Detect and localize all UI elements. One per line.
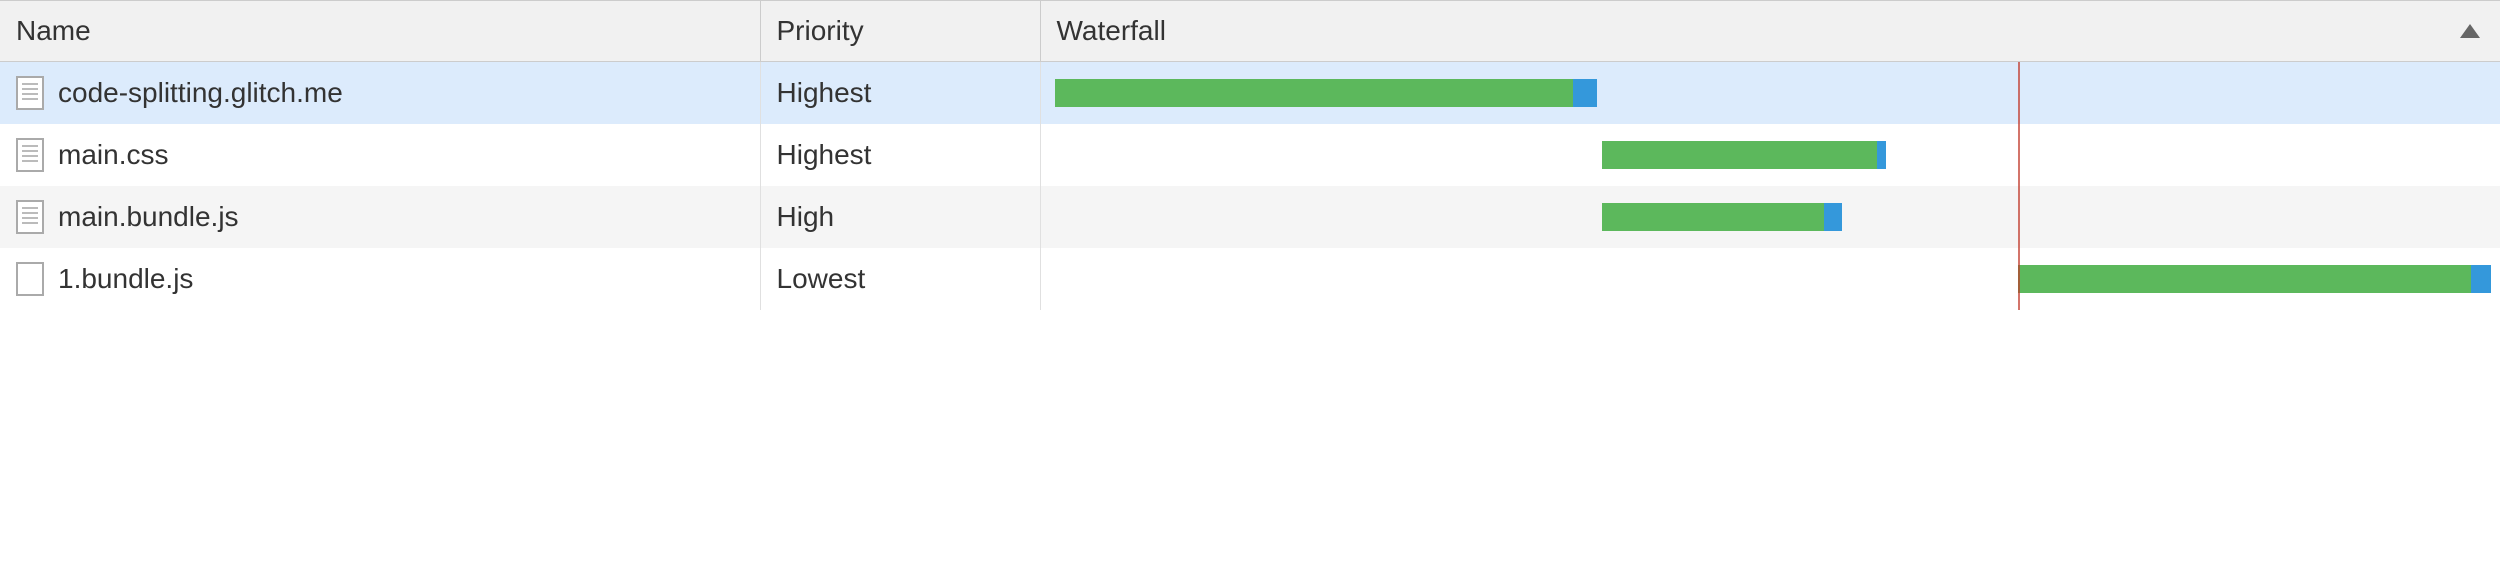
file-icon	[16, 200, 44, 234]
waterfall-bar[interactable]	[1055, 79, 1596, 107]
column-header-name[interactable]: Name	[0, 1, 760, 62]
load-marker-line	[2018, 248, 2020, 310]
network-table: Name Priority Waterfall code-splitting.g…	[0, 0, 2500, 310]
column-header-waterfall[interactable]: Waterfall	[1040, 1, 2500, 62]
table-row[interactable]: main.css Highest	[0, 124, 2500, 186]
waterfall-area	[1041, 186, 2500, 248]
waterfall-cell	[1040, 248, 2500, 310]
column-header-priority-label: Priority	[777, 15, 864, 46]
waterfall-area	[1041, 124, 2500, 186]
waterfall-bar[interactable]	[1602, 141, 1885, 169]
waterfall-download-segment	[1573, 79, 1596, 107]
priority-cell: Highest	[760, 62, 1040, 125]
waterfall-download-segment	[2471, 265, 2491, 293]
priority-value: Highest	[777, 139, 872, 170]
priority-value: Highest	[777, 77, 872, 108]
waterfall-area	[1041, 62, 2500, 124]
column-header-waterfall-label: Waterfall	[1057, 15, 1166, 46]
file-icon	[16, 76, 44, 110]
waterfall-area	[1041, 248, 2500, 310]
load-marker-line	[2018, 62, 2020, 124]
waterfall-cell	[1040, 124, 2500, 186]
file-icon	[16, 262, 44, 296]
waterfall-bar[interactable]	[2018, 265, 2491, 293]
priority-cell: Lowest	[760, 248, 1040, 310]
priority-value: Lowest	[777, 263, 866, 294]
waterfall-waiting-segment	[1602, 141, 1876, 169]
name-cell: main.css	[0, 124, 760, 186]
name-cell: 1.bundle.js	[0, 248, 760, 310]
waterfall-download-segment	[1824, 203, 1842, 231]
name-cell: main.bundle.js	[0, 186, 760, 248]
network-panel: Name Priority Waterfall code-splitting.g…	[0, 0, 2500, 310]
waterfall-waiting-segment	[1055, 79, 1573, 107]
table-header-row: Name Priority Waterfall	[0, 1, 2500, 62]
priority-value: High	[777, 201, 835, 232]
load-marker-line	[2018, 124, 2020, 186]
waterfall-waiting-segment	[2018, 265, 2470, 293]
request-name: code-splitting.glitch.me	[58, 77, 343, 109]
waterfall-cell	[1040, 62, 2500, 125]
waterfall-waiting-segment	[1602, 203, 1824, 231]
load-marker-line	[2018, 186, 2020, 248]
file-icon	[16, 138, 44, 172]
request-name: 1.bundle.js	[58, 263, 193, 295]
name-cell: code-splitting.glitch.me	[0, 62, 760, 125]
request-name: main.css	[58, 139, 168, 171]
table-row[interactable]: 1.bundle.js Lowest	[0, 248, 2500, 310]
priority-cell: Highest	[760, 124, 1040, 186]
column-header-name-label: Name	[16, 15, 91, 46]
priority-cell: High	[760, 186, 1040, 248]
waterfall-bar[interactable]	[1602, 203, 1841, 231]
table-row[interactable]: main.bundle.js High	[0, 186, 2500, 248]
waterfall-download-segment	[1877, 141, 1886, 169]
request-name: main.bundle.js	[58, 201, 239, 233]
table-row[interactable]: code-splitting.glitch.me Highest	[0, 62, 2500, 125]
waterfall-cell	[1040, 186, 2500, 248]
column-header-priority[interactable]: Priority	[760, 1, 1040, 62]
sort-ascending-icon	[2460, 24, 2480, 38]
